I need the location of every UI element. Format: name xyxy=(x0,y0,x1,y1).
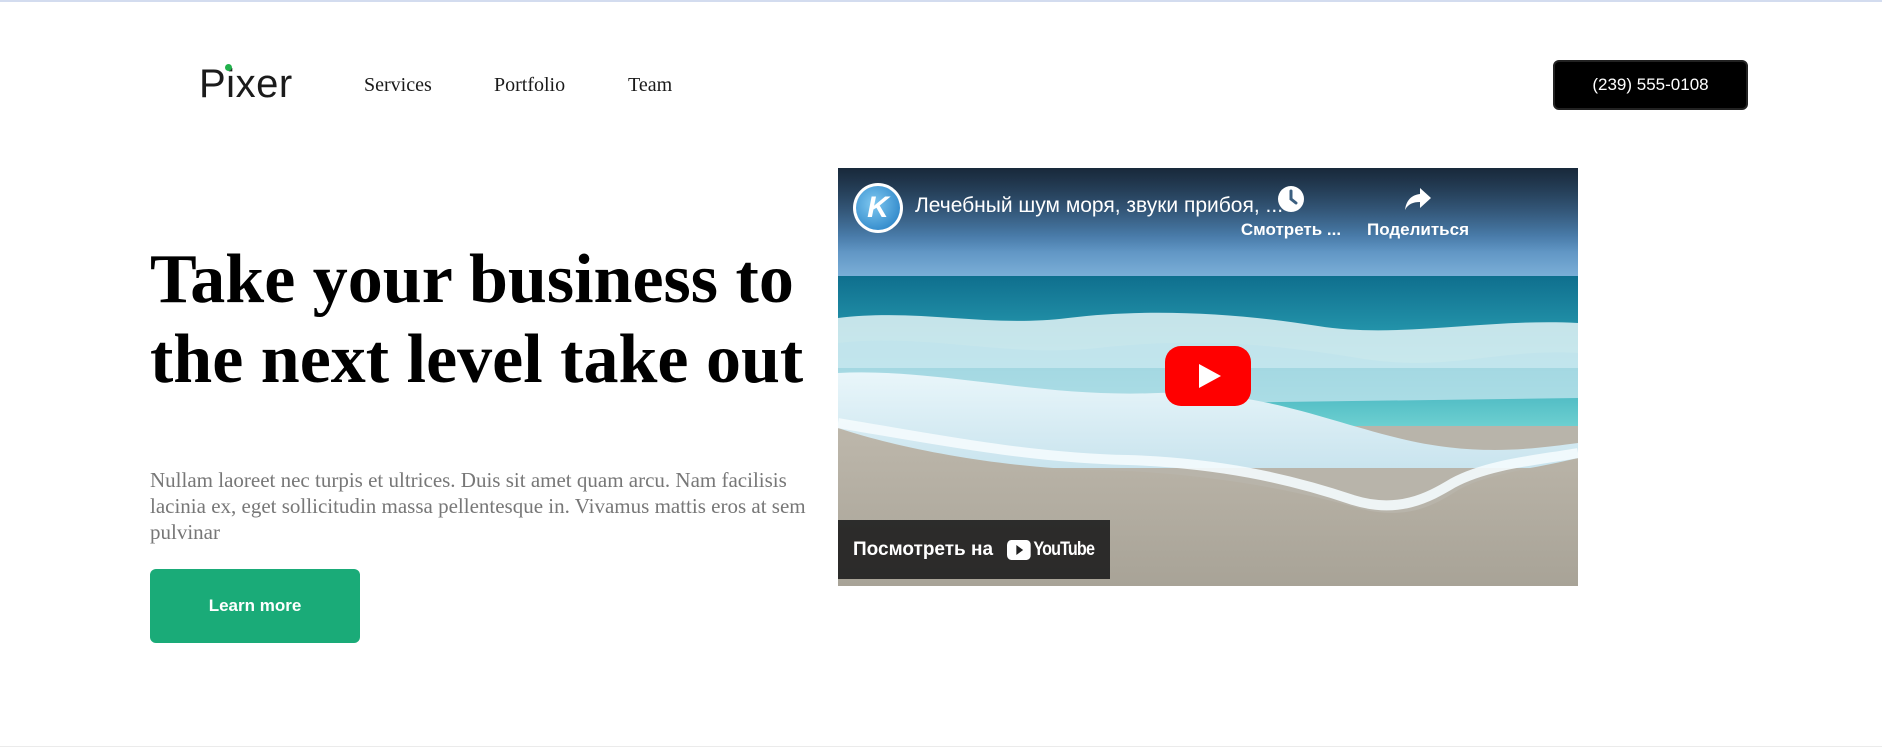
share-button[interactable]: Поделиться xyxy=(1363,184,1473,240)
share-label: Поделиться xyxy=(1366,220,1470,239)
learn-more-button[interactable]: Learn more xyxy=(150,569,360,643)
logo-text: Pixer xyxy=(199,62,293,106)
nav-item-services[interactable]: Services xyxy=(364,74,432,97)
play-icon[interactable] xyxy=(1165,346,1251,406)
share-arrow-icon xyxy=(1405,188,1431,210)
hero-description: Nullam laoreet nec turpis et ultrices. D… xyxy=(150,468,806,544)
bottom-border xyxy=(0,746,1882,747)
top-border xyxy=(0,0,1882,2)
youtube-logo: YouTube xyxy=(1007,538,1095,561)
channel-avatar-icon[interactable]: K xyxy=(853,183,903,233)
hero-title: Take your business to the next level tak… xyxy=(150,241,804,398)
youtube-wordmark: YouTube xyxy=(1033,538,1095,560)
watch-on-label: Посмотреть на xyxy=(853,538,994,560)
nav-item-portfolio[interactable]: Portfolio xyxy=(494,74,565,97)
video-embed[interactable]: K Лечебный шум моря, звуки прибоя, ... С… xyxy=(838,168,1578,586)
nav-item-team[interactable]: Team xyxy=(628,74,672,97)
logo-dot-icon xyxy=(225,64,232,71)
youtube-logo-icon xyxy=(1007,539,1031,560)
watch-later-label: Смотреть ... xyxy=(1240,220,1342,239)
clock-icon xyxy=(1278,186,1304,212)
phone-button[interactable]: (239) 555-0108 xyxy=(1553,60,1748,110)
logo[interactable]: Pixer xyxy=(199,62,293,107)
watch-on-youtube-button[interactable]: Посмотреть на YouTube xyxy=(838,520,1110,579)
watch-later-button[interactable]: Смотреть ... xyxy=(1236,184,1346,240)
